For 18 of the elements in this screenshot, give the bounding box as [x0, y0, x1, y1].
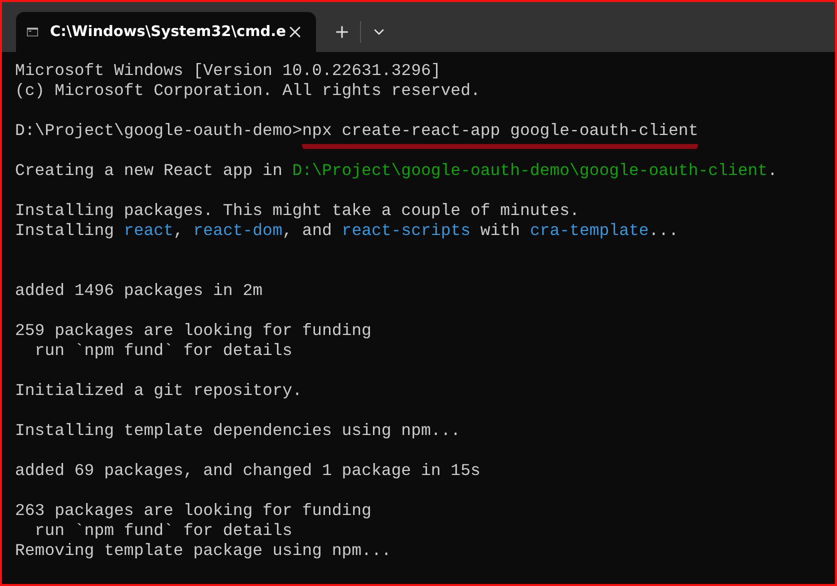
- terminal-line: Initialized a git repository.: [15, 381, 302, 401]
- terminal-line: Installing template dependencies using npm...: [15, 421, 461, 441]
- terminal-line: added 69 packages, and changed 1 package in 15s: [15, 461, 480, 481]
- terminal-line: run `npm fund` for details: [34, 521, 292, 541]
- terminal-line: 259 packages are looking for funding: [15, 321, 372, 341]
- terminal-line: (c) Microsoft Corporation. All rights reserved.: [15, 81, 480, 101]
- terminal-tab[interactable]: C:\Windows\System32\cmd.e: [16, 12, 316, 52]
- terminal-line: run `npm fund` for details: [34, 341, 292, 361]
- terminal-line: 263 packages are looking for funding: [15, 501, 372, 521]
- terminal-icon: [27, 25, 38, 39]
- terminal-line: Microsoft Windows [Version 10.0.22631.3296]: [15, 61, 441, 81]
- terminal-line: Installing packages. This might take a couple of minutes.: [15, 201, 580, 221]
- plus-icon: [333, 23, 351, 41]
- terminal-line: Creating a new React app in D:\Project\google-oauth-demo\google-oauth-client.: [15, 161, 778, 181]
- terminal-line: Installing react, react-dom, and react-scripts with cra-template...: [15, 221, 678, 241]
- terminal-line: added 1496 packages in 2m: [15, 281, 263, 301]
- terminal-line: Removing template package using npm...: [15, 541, 392, 561]
- terminal-line: D:\Project\google-oauth-demo>npx create-react-app google-oauth-client: [15, 121, 698, 149]
